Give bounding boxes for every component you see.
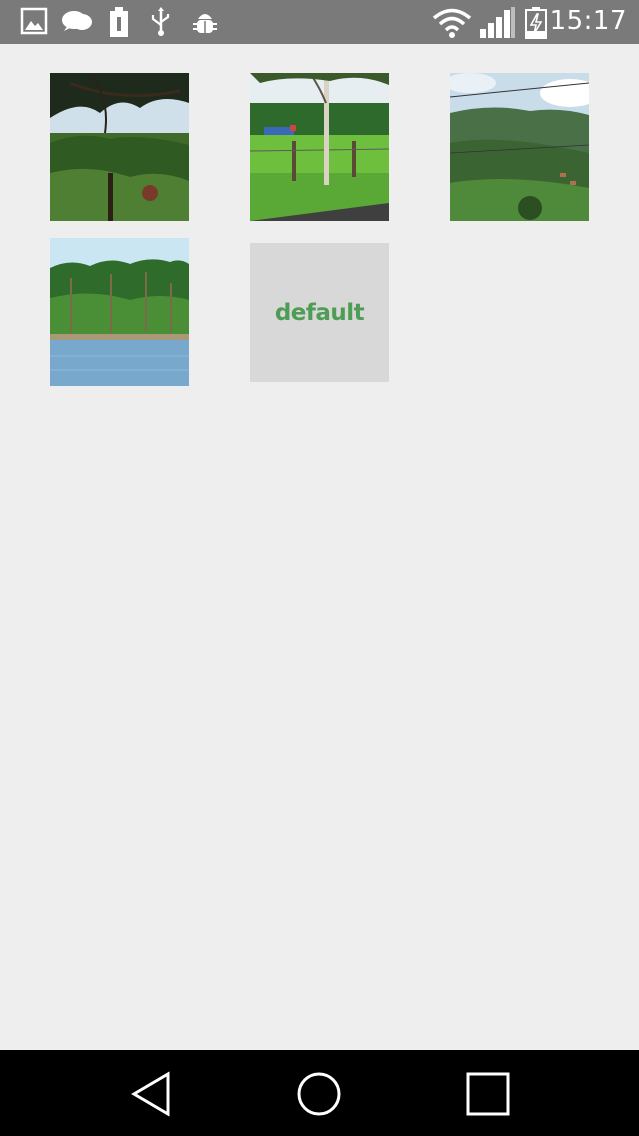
mountain-hillside-image[interactable] (450, 73, 589, 221)
gallery-icon (20, 7, 48, 35)
default-tile[interactable]: default (250, 243, 389, 382)
forest-pine-image[interactable] (50, 73, 189, 221)
home-button[interactable] (293, 1068, 345, 1120)
field-fence-image[interactable] (250, 73, 389, 221)
palm-beach-image[interactable] (50, 238, 189, 386)
usb-icon (151, 7, 170, 36)
battery-saver-icon (110, 7, 128, 37)
status-time: 15:17 (549, 6, 627, 36)
default-label: default (274, 299, 365, 326)
navigation-bar (0, 1050, 639, 1136)
wifi-icon (432, 8, 472, 38)
back-button[interactable] (124, 1068, 176, 1120)
battery-charging-icon (525, 7, 547, 39)
signal-icon (480, 7, 515, 38)
status-bar: 15:17 (0, 0, 639, 44)
chat-icon (62, 11, 92, 31)
recents-button[interactable] (462, 1068, 514, 1120)
debug-icon (193, 14, 217, 33)
